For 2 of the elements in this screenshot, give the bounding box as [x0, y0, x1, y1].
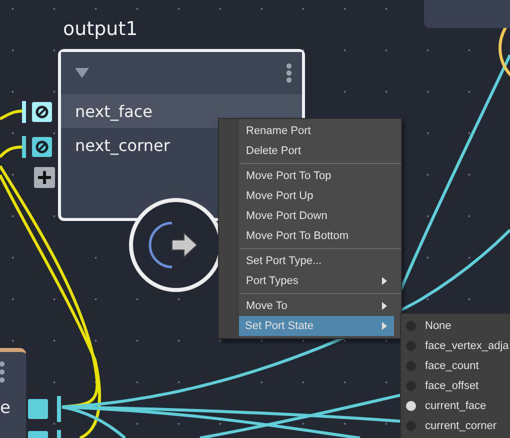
node-title: output1 — [63, 18, 138, 40]
port-label: e — [0, 398, 10, 418]
